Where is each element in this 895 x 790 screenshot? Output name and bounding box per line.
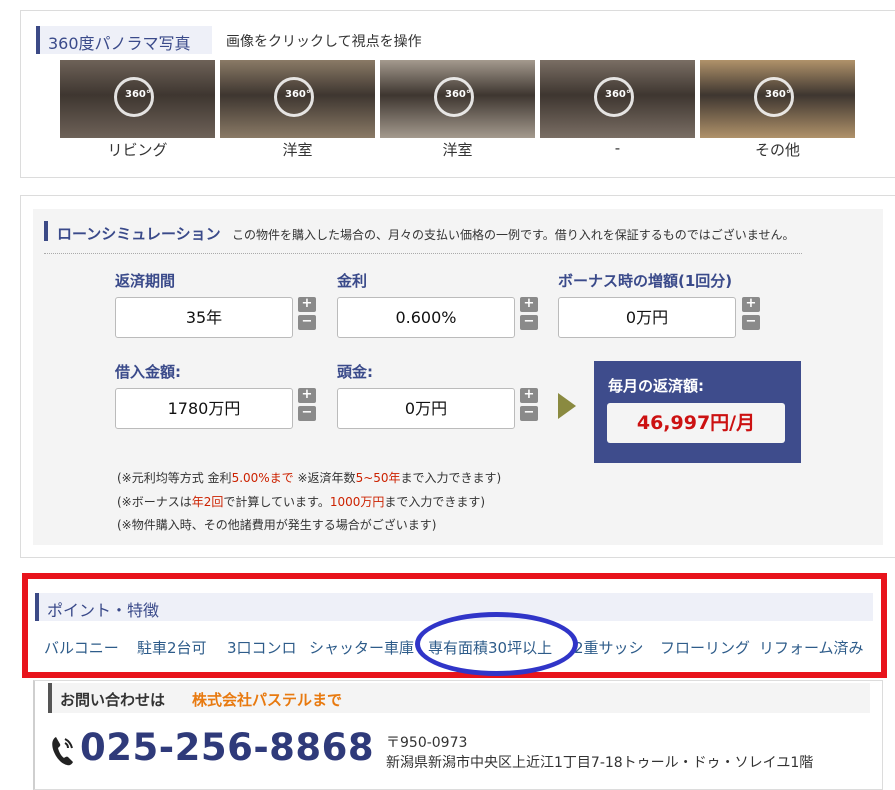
feature-tag-renovated[interactable]: リフォーム済み (759, 637, 864, 658)
note-2: (※ボーナスは年2回で計算しています。1000万円まで入力できます) (117, 495, 486, 509)
panorama-thumb-label: - (614, 139, 621, 157)
panorama-thumb-unlabeled[interactable]: 360° (540, 60, 695, 138)
loan-divider (44, 253, 802, 254)
panorama-360-icon: 360° (114, 77, 154, 117)
down-minus-button[interactable]: − (520, 406, 538, 421)
bonus-minus-button[interactable]: − (742, 315, 760, 330)
panorama-thumb-label: 洋室 (442, 141, 473, 159)
feature-tag-parking[interactable]: 駐車2台可 (137, 637, 207, 658)
amount-input[interactable]: 1780万円 (115, 388, 293, 429)
contact-postal: 〒950-0973 (386, 735, 468, 751)
highlight-ellipse (415, 612, 578, 676)
panorama-title: 360度パノラマ写真 (48, 34, 191, 53)
loan-description: この物件を購入した場合の、月々の支払い価格の一例です。借り入れを保証するものでは… (232, 228, 795, 242)
period-label: 返済期間 (115, 272, 176, 290)
feature-tag-garage[interactable]: シャッター車庫 (309, 637, 414, 658)
bonus-input[interactable]: 0万円 (558, 297, 736, 338)
panorama-360-icon: 360° (274, 77, 314, 117)
loan-header (44, 221, 48, 241)
feature-tag-balcony[interactable]: バルコニー (44, 637, 119, 658)
contact-company: 株式会社パステルまで (192, 691, 343, 709)
panorama-360-icon: 360° (434, 77, 474, 117)
contact-prefix: お問い合わせは (60, 691, 166, 709)
period-input[interactable]: 35年 (115, 297, 293, 338)
features-title: ポイント・特徴 (47, 601, 160, 620)
feature-tag-double-sash[interactable]: 2重サッシ (574, 637, 644, 658)
contact-phone[interactable]: 025-256-8868 (80, 726, 374, 769)
panorama-thumb-living[interactable]: 360° (60, 60, 215, 138)
down-plus-button[interactable]: + (520, 388, 538, 403)
rate-plus-button[interactable]: + (520, 297, 538, 312)
period-plus-button[interactable]: + (298, 297, 316, 312)
rate-label: 金利 (337, 272, 368, 290)
bonus-plus-button[interactable]: + (742, 297, 760, 312)
phone-icon (52, 737, 73, 766)
panorama-360-icon: 360° (754, 77, 794, 117)
amount-minus-button[interactable]: − (298, 406, 316, 421)
panorama-thumb-other[interactable]: 360° (700, 60, 855, 138)
panorama-instruction: 画像をクリックして視点を操作 (226, 34, 422, 50)
arrow-right-icon (558, 393, 576, 419)
panorama-thumb-label: 洋室 (282, 141, 313, 159)
amount-label: 借入金額: (115, 363, 181, 381)
contact-address: 新潟県新潟市中央区上近江1丁目7-18トゥール・ドゥ・ソレイユ1階 (386, 755, 814, 771)
feature-tag-stove[interactable]: 3口コンロ (227, 637, 297, 658)
note-3: (※物件購入時、その他諸費用が発生する場合がございます) (117, 518, 437, 532)
panorama-thumb-western-room-2[interactable]: 360° (380, 60, 535, 138)
panorama-thumb-label: その他 (754, 141, 800, 159)
down-label: 頭金: (337, 363, 373, 381)
note-1: (※元利均等方式 金利5.00%まで ※返済年数5~50年まで入力できます) (117, 471, 502, 485)
down-input[interactable]: 0万円 (337, 388, 515, 429)
amount-plus-button[interactable]: + (298, 388, 316, 403)
monthly-result-box: 毎月の返済額: 46,997円/月 (594, 361, 801, 463)
monthly-result-label: 毎月の返済額: (608, 377, 704, 395)
bonus-label: ボーナス時の増額(1回分) (558, 272, 733, 290)
contact-header-bg (48, 683, 870, 713)
period-minus-button[interactable]: − (298, 315, 316, 330)
loan-title: ローンシミュレーション (57, 225, 221, 243)
rate-minus-button[interactable]: − (520, 315, 538, 330)
monthly-result-value: 46,997円/月 (607, 403, 785, 443)
panorama-360-icon: 360° (594, 77, 634, 117)
panorama-thumb-western-room-1[interactable]: 360° (220, 60, 375, 138)
rate-input[interactable]: 0.600% (337, 297, 515, 338)
panorama-header: 360度パノラマ写真 (36, 26, 212, 54)
panorama-thumb-label: リビング (107, 141, 168, 159)
feature-tag-flooring[interactable]: フローリング (660, 637, 750, 658)
